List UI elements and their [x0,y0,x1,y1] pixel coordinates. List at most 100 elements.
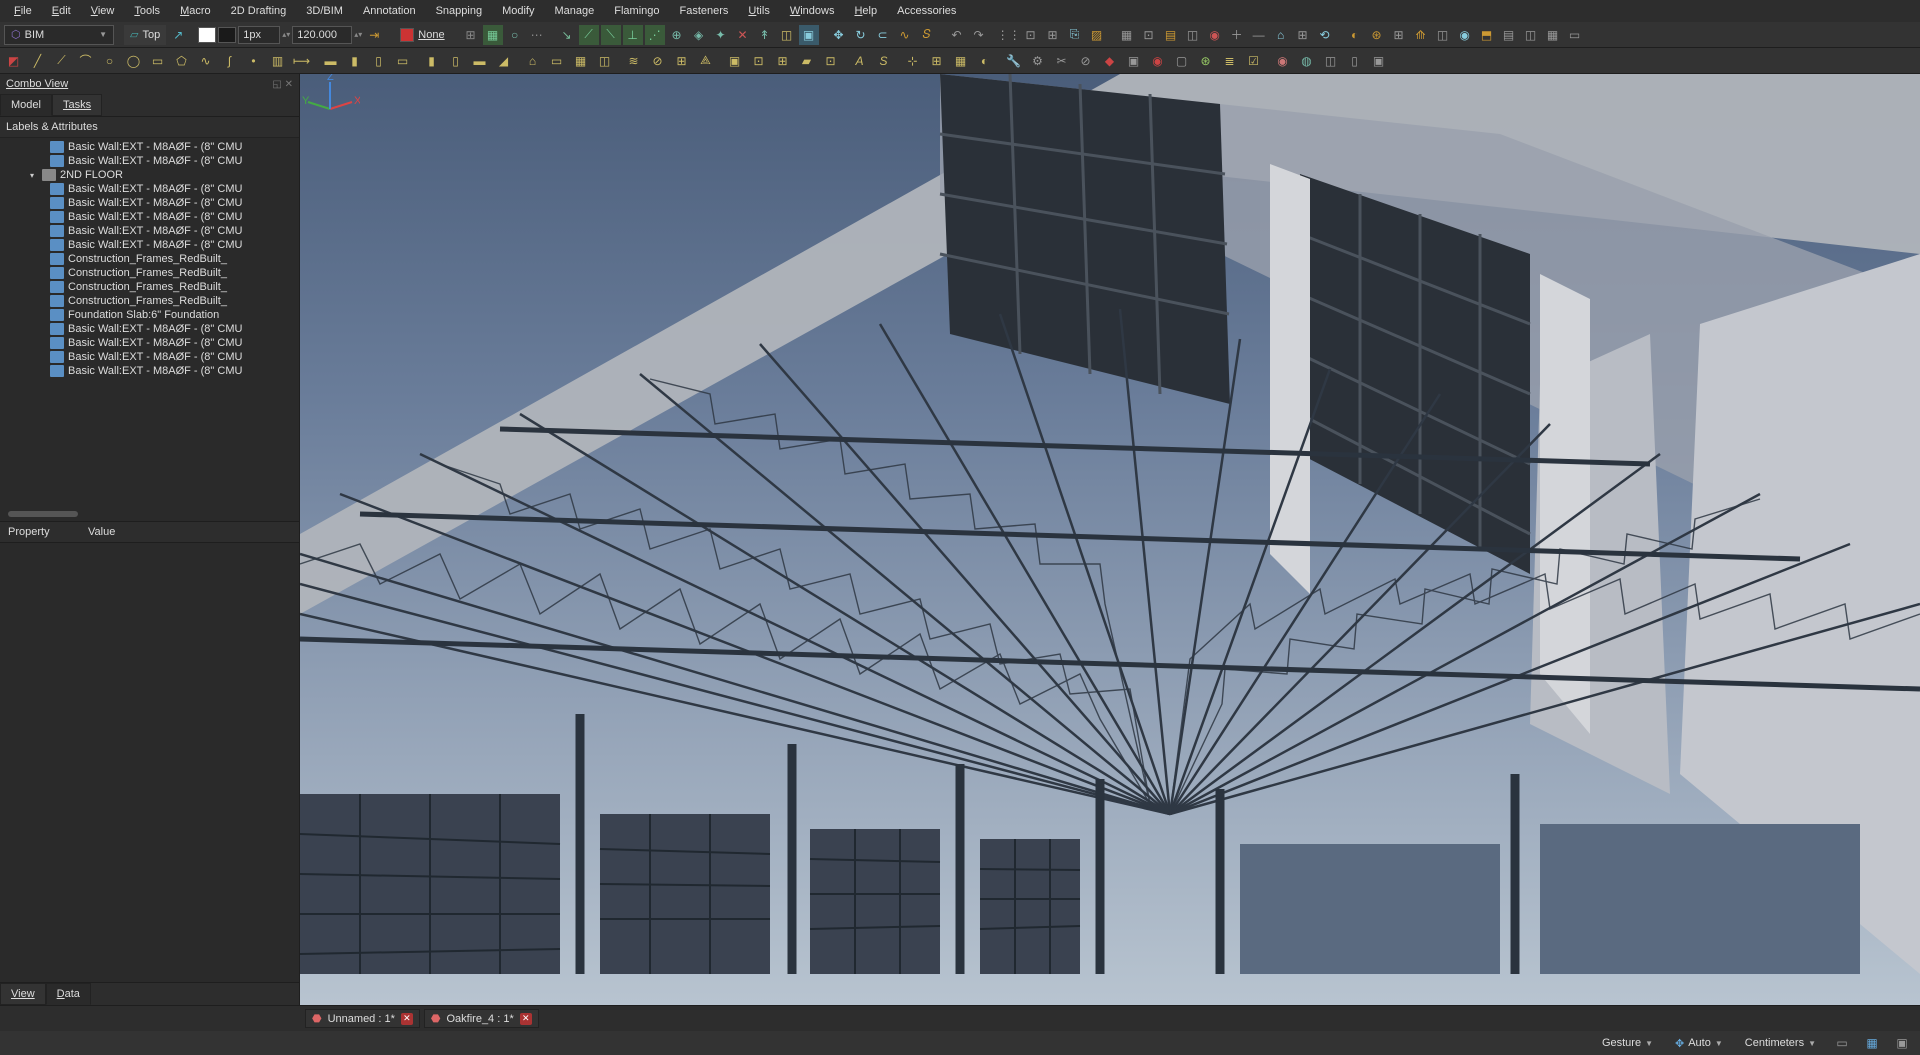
apply-style-icon[interactable]: ⇥ [364,25,384,45]
model-tree[interactable]: Basic Wall:EXT - M8AØF - (8" CMU Basic Wa… [0,138,299,507]
slab-icon[interactable]: ▬ [470,51,489,70]
draft-bezier-icon[interactable]: ∫ [220,51,239,70]
status-grid-icon[interactable]: ▦ [1862,1033,1882,1053]
array-rect-icon[interactable]: ⋮⋮ [999,25,1019,45]
rotate-icon[interactable]: ↻ [851,25,871,45]
wall-join-icon[interactable]: ◫ [1433,25,1453,45]
working-plane-button[interactable]: ▱Top [124,25,166,45]
color-tool-icon[interactable]: ◍ [1297,51,1316,70]
undo-icon[interactable]: ↶ [947,25,967,45]
label-icon[interactable]: ◆ [1100,51,1119,70]
close-tab-icon[interactable]: ✕ [520,1013,532,1025]
frame-icon[interactable]: ▦ [571,51,590,70]
tree-item[interactable]: Basic Wall:EXT - M8AØF - (8" CMU [0,210,299,224]
snap-angle-icon[interactable]: ⟋ [579,25,599,45]
beam-icon[interactable]: ▭ [393,51,412,70]
pipe-icon[interactable]: ⊘ [648,51,667,70]
array-path-icon[interactable]: ⊡ [1021,25,1041,45]
menu-manage[interactable]: Manage [544,2,604,20]
menu-file[interactable]: File [4,2,42,20]
report-icon[interactable]: ◉ [1205,25,1225,45]
construction-mode-icon[interactable]: ↗ [168,25,188,45]
snap-perpendicular-icon[interactable]: ⊥ [623,25,643,45]
snap-workplane-icon[interactable]: ↟ [755,25,775,45]
line-width-input[interactable] [238,26,280,44]
menu-tools[interactable]: Tools [124,2,170,20]
units-selector[interactable]: Centimeters▼ [1739,1035,1822,1051]
panel-icon[interactable]: ▭ [547,51,566,70]
snap-toggle-icon[interactable]: ▣ [799,25,819,45]
tree-item[interactable]: Construction_Frames_RedBuilt_ [0,294,299,308]
status-dim-icon[interactable]: ▭ [1832,1033,1852,1053]
component-mod-icon[interactable]: ⊛ [1367,25,1387,45]
space-grid-icon[interactable]: ⊞ [1293,25,1313,45]
font-size-input[interactable] [292,26,352,44]
tree-item[interactable]: Construction_Frames_RedBuilt_ [0,280,299,294]
snap-extension-icon[interactable]: ⋰ [645,25,665,45]
views-icon[interactable]: ▦ [1117,25,1137,45]
close-tab-icon[interactable]: ✕ [401,1013,413,1025]
snap-endpoint-icon[interactable]: ○ [505,25,525,45]
menu-macro[interactable]: Macro [170,2,221,20]
trim-icon[interactable]: 𝑆 [917,25,937,45]
tree-item[interactable]: Basic Wall:EXT - M8AØF - (8" CMU [0,322,299,336]
shape-edit-icon[interactable]: ◐ [1345,25,1365,45]
menu-modify[interactable]: Modify [492,2,544,20]
menu-3d-bim[interactable]: 3D/BIM [296,2,353,20]
window-add-icon[interactable]: ⊞ [1389,25,1409,45]
building-icon[interactable]: ⌂ [1271,25,1291,45]
redo-icon[interactable]: ↷ [969,25,989,45]
roof-icon[interactable]: ⟰ [1411,25,1431,45]
snap-dimensions-icon[interactable]: ◫ [777,25,797,45]
snap-special-icon[interactable]: ◈ [689,25,709,45]
annotation-style-button[interactable]: None [394,25,450,45]
check-icon[interactable]: ☑ [1244,51,1263,70]
render2-icon[interactable]: ◫ [1321,51,1340,70]
line-color-swatch[interactable] [218,27,236,43]
draft-point-icon[interactable]: • [244,51,263,70]
text-icon[interactable]: A [850,51,869,70]
toggle-sub-icon[interactable]: ⟲ [1315,25,1335,45]
3d-viewport[interactable]: X Y Z [300,74,1920,1005]
menu-2d-drafting[interactable]: 2D Drafting [221,2,297,20]
lamp-icon[interactable]: ▯ [1345,51,1364,70]
wrench-icon[interactable]: 🔧 [1004,51,1023,70]
copy-icon[interactable]: ⎘ [1065,25,1085,45]
workbench-selector[interactable]: ⬡BIM ▼ [4,25,114,45]
snap-ortho-icon[interactable]: ✕ [733,25,753,45]
layer-del-icon[interactable]: — [1249,25,1269,45]
camera-icon[interactable]: ▣ [1369,51,1388,70]
menu-snapping[interactable]: Snapping [426,2,493,20]
tree-item[interactable]: Basic Wall:EXT - M8AØF - (8" CMU [0,182,299,196]
draft-rect-icon[interactable]: ▭ [148,51,167,70]
clone-icon[interactable]: ⊞ [1043,25,1063,45]
structure-icon[interactable]: ▮ [345,51,364,70]
snap-near-icon[interactable]: ✦ [711,25,731,45]
fixture-icon[interactable]: ⊞ [773,51,792,70]
mark-icon[interactable]: ◉ [1148,51,1167,70]
status-view-icon[interactable]: ▣ [1892,1033,1912,1053]
draft-circle-icon[interactable]: ○ [100,51,119,70]
panel-float-icon[interactable]: ◱ ✕ [272,79,293,90]
snap-intersection-icon[interactable]: ⟍ [601,25,621,45]
tree-item[interactable]: Basic Wall:EXT - M8AØF - (8" CMU [0,140,299,154]
render-icon[interactable]: ◫ [1521,25,1541,45]
roof2-icon[interactable]: ⌂ [523,51,542,70]
tree-item[interactable]: ▾2ND FLOOR [0,168,299,182]
menu-edit[interactable]: Edit [42,2,81,20]
rebar-icon[interactable]: ≋ [624,51,643,70]
draft-line-icon[interactable]: ╱ [28,51,47,70]
library-icon[interactable]: ⊡ [821,51,840,70]
menu-help[interactable]: Help [844,2,887,20]
navigation-style-selector[interactable]: Gesture▼ [1596,1035,1659,1051]
tab-tasks[interactable]: Tasks [52,94,102,116]
draft-ellipse-icon[interactable]: ◯ [124,51,143,70]
stairs-icon[interactable]: ◢ [494,51,513,70]
draft-bspline-icon[interactable]: ∿ [196,51,215,70]
snap-parallel-icon[interactable]: ⊕ [667,25,687,45]
break-icon[interactable]: ⊘ [1076,51,1095,70]
axis-icon[interactable]: ⊹ [903,51,922,70]
mirror-icon[interactable]: ∿ [895,25,915,45]
site-icon[interactable]: ▰ [797,51,816,70]
column-icon[interactable]: ▯ [369,51,388,70]
